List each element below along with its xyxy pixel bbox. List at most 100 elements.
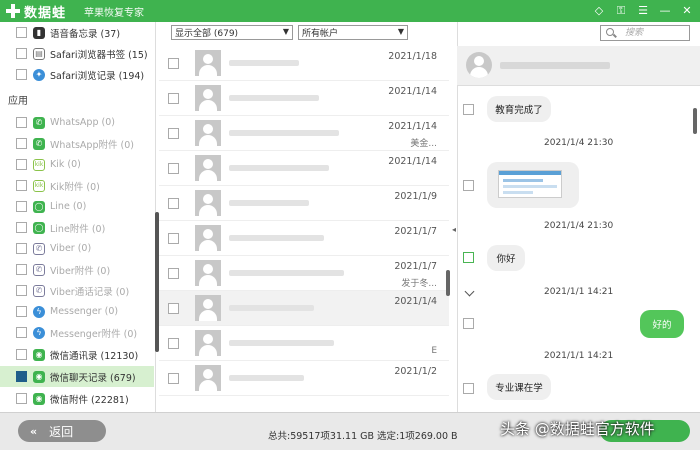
checkbox[interactable]: [168, 92, 179, 104]
redacted-text: [229, 340, 334, 346]
list-item[interactable]: E: [159, 326, 449, 361]
checkbox[interactable]: [168, 127, 179, 139]
sidebar-item-whatsapp-attachments[interactable]: ✆ WhatsApp附件 (0): [0, 133, 154, 154]
close-icon[interactable]: ✕: [680, 3, 694, 19]
checkbox[interactable]: [16, 48, 27, 59]
dropdown-value: 显示全部 (679): [175, 29, 239, 39]
sidebar-item-wechat-attachments[interactable]: ◉ 微信附件 (22281): [0, 388, 154, 409]
checkbox[interactable]: [16, 349, 27, 360]
checkbox[interactable]: [168, 302, 179, 314]
message-checkbox[interactable]: [463, 383, 474, 394]
messenger-icon: ϟ: [33, 326, 45, 339]
sidebar-item-label: WhatsApp (0): [50, 117, 115, 128]
checkbox[interactable]: [16, 222, 27, 233]
show-all-dropdown[interactable]: 显示全部 (679) ▼: [171, 25, 293, 40]
row-date: 2021/1/4: [394, 296, 437, 307]
checkbox[interactable]: [16, 327, 27, 338]
back-button[interactable]: « 返回: [18, 420, 106, 442]
sidebar-item-wechat-contacts[interactable]: ◉ 微信通讯录 (12130): [0, 344, 154, 365]
checkbox[interactable]: [168, 337, 179, 349]
sidebar-item-whatsapp[interactable]: ✆ WhatsApp (0): [0, 112, 154, 133]
minimize-icon[interactable]: —: [658, 3, 672, 19]
checkbox[interactable]: [16, 180, 27, 191]
sidebar-item-label: Kik (0): [50, 159, 81, 170]
sidebar-item-messenger-attachments[interactable]: ϟ Messenger附件 (0): [0, 322, 154, 343]
back-button-label: 返回: [49, 424, 74, 439]
message-checkbox[interactable]: [463, 318, 474, 329]
sidebar-item-line-attachments[interactable]: ◯ Line附件 (0): [0, 217, 154, 238]
sidebar-item-viber[interactable]: ✆ Viber (0): [0, 238, 154, 259]
sidebar-item-label: 语音备忘录 (37): [50, 28, 121, 40]
sidebar-item-label: Line附件 (0): [50, 223, 106, 235]
checkbox[interactable]: [16, 27, 27, 38]
checkbox[interactable]: [168, 197, 179, 209]
line-icon: ◯: [33, 221, 45, 234]
sidebar-item-messenger[interactable]: ϟ Messenger (0): [0, 301, 154, 322]
checkbox[interactable]: [168, 232, 179, 244]
sidebar-item-safari-history[interactable]: ✦ Safari浏览记录 (194): [0, 64, 154, 85]
safari-bookmark-icon: ▤: [33, 47, 45, 60]
redacted-text: [229, 305, 314, 311]
checkbox[interactable]: [168, 267, 179, 279]
double-chevron-left-icon: «: [30, 424, 37, 438]
search-icon: [606, 28, 614, 36]
list-item[interactable]: 2021/1/2: [159, 361, 449, 396]
sidebar-item-viber-attachments[interactable]: ✆ Viber附件 (0): [0, 259, 154, 280]
chat-scrollbar[interactable]: [693, 108, 697, 134]
list-scrollbar[interactable]: [446, 270, 450, 296]
category-sidebar: ▮ 语音备忘录 (37) ▤ Safari浏览器书签 (15) ✦ Safari…: [0, 22, 156, 412]
message-checkbox[interactable]: [463, 180, 474, 191]
collapse-arrow-icon[interactable]: ◂: [452, 225, 456, 234]
checkbox[interactable]: [16, 371, 27, 382]
app-logo: 数据蛙: [6, 2, 66, 21]
checkbox[interactable]: [16, 243, 27, 254]
list-item[interactable]: 2021/1/14: [159, 81, 449, 116]
checkbox[interactable]: [168, 162, 179, 174]
avatar: [195, 365, 221, 391]
row-date: 2021/1/14: [388, 86, 437, 97]
list-item[interactable]: 2021/1/18: [159, 46, 449, 81]
plus-logo-icon: [6, 4, 20, 18]
checkbox[interactable]: [16, 159, 27, 170]
checkbox[interactable]: [16, 117, 27, 128]
checkbox[interactable]: [16, 264, 27, 275]
checkbox[interactable]: [16, 138, 27, 149]
message-bubble: 专业课在学: [487, 374, 551, 400]
sidebar-item-kik[interactable]: kik Kik (0): [0, 154, 154, 175]
checkbox[interactable]: [16, 306, 27, 317]
sidebar-item-line[interactable]: ◯ Line (0): [0, 196, 154, 217]
list-item[interactable]: 2021/1/14: [159, 151, 449, 186]
voice-memo-icon: ▮: [33, 26, 45, 39]
sidebar-item-kik-attachments[interactable]: kik Kik附件 (0): [0, 175, 154, 196]
key-icon[interactable]: ⚿: [614, 3, 628, 19]
redacted-text: [229, 375, 304, 381]
checkbox[interactable]: [16, 201, 27, 212]
image-thumbnail[interactable]: [498, 170, 562, 198]
avatar: [195, 260, 221, 286]
menu-icon[interactable]: ☰: [636, 3, 650, 19]
list-item[interactable]: 2021/1/7: [159, 221, 449, 256]
list-item[interactable]: 2021/1/4: [159, 291, 449, 326]
list-item[interactable]: 2021/1/14 美金...: [159, 116, 449, 151]
list-item[interactable]: 2021/1/7 发于冬...: [159, 256, 449, 291]
checkbox[interactable]: [168, 372, 179, 384]
sidebar-item-wechat-chats[interactable]: ◉ 微信聊天记录 (679): [0, 366, 154, 387]
sidebar-item-viber-calls[interactable]: ✆ Viber通话记录 (0): [0, 280, 154, 301]
row-preview: 发于冬...: [401, 279, 437, 289]
list-item[interactable]: 2021/1/9: [159, 186, 449, 221]
row-preview: 美金...: [410, 139, 437, 149]
message-checkbox[interactable]: [463, 104, 474, 115]
dropdown-value: 所有帐户: [302, 29, 339, 39]
checkbox[interactable]: [16, 69, 27, 80]
account-dropdown[interactable]: 所有帐户 ▼: [298, 25, 408, 40]
checkbox[interactable]: [16, 285, 27, 296]
diamond-icon[interactable]: ◇: [592, 3, 606, 19]
redacted-text: [229, 200, 309, 206]
message-checkbox[interactable]: [463, 252, 474, 263]
checkbox[interactable]: [168, 57, 179, 69]
brand-name: 数据蛙: [24, 5, 67, 21]
checkbox[interactable]: [16, 393, 27, 404]
sidebar-item-safari-bookmarks[interactable]: ▤ Safari浏览器书签 (15): [0, 43, 154, 64]
sidebar-item-voice-memo[interactable]: ▮ 语音备忘录 (37): [0, 22, 154, 43]
redacted-contact-name: [500, 62, 610, 69]
